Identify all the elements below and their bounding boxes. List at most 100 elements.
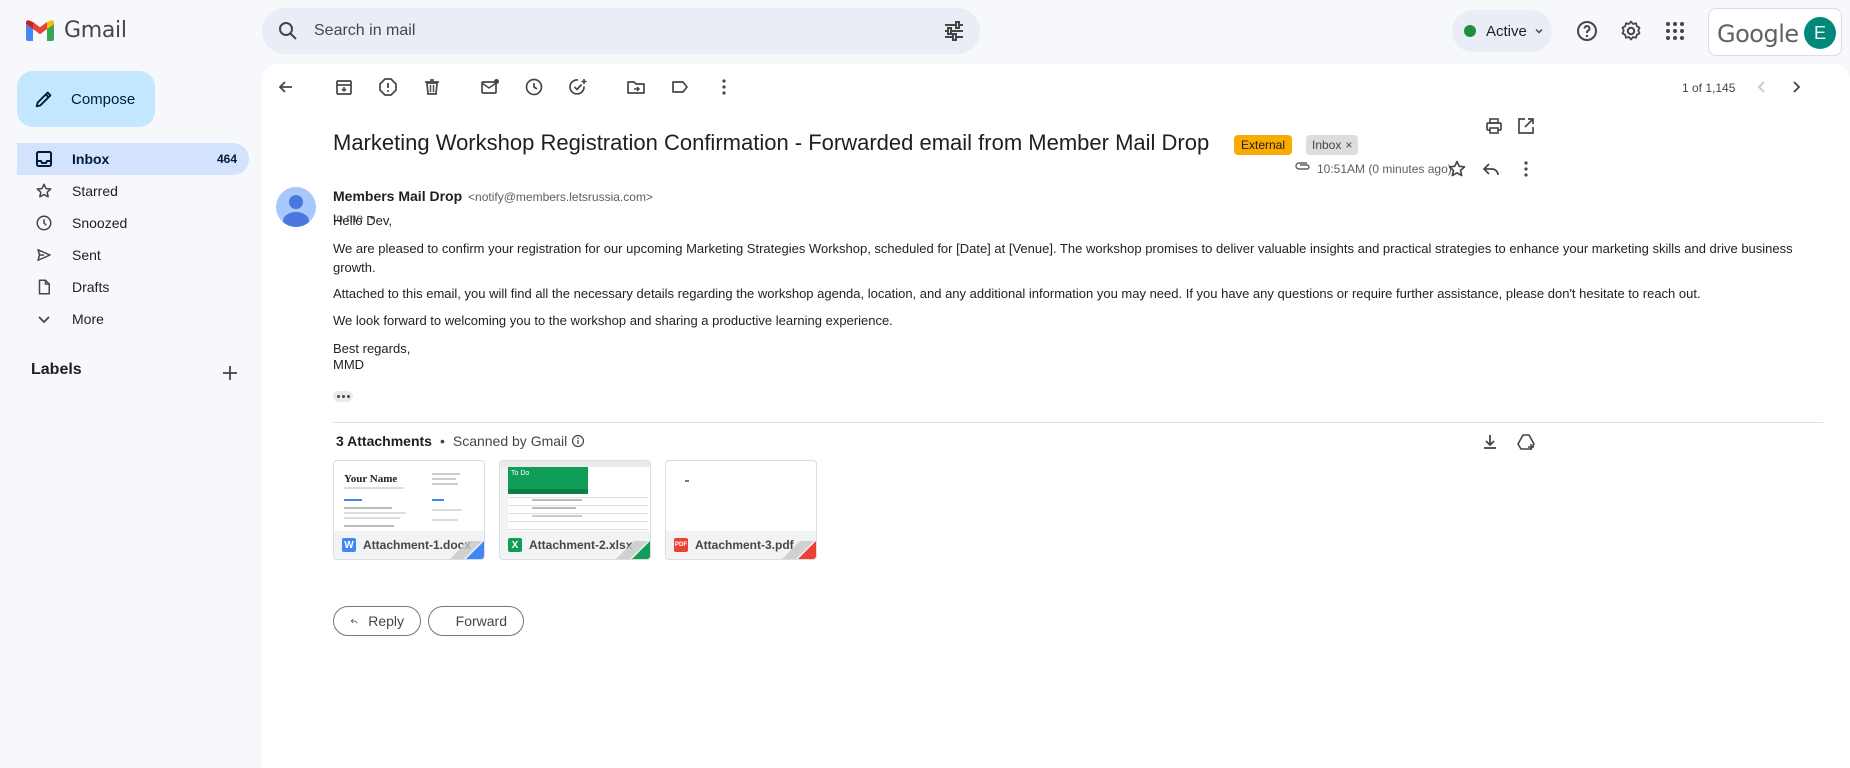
attachment-name: Attachment-3.pdf xyxy=(695,538,794,552)
delete-trash-icon[interactable] xyxy=(422,77,442,97)
file-corner-fold xyxy=(782,541,816,559)
compose-button[interactable]: Compose xyxy=(17,71,155,127)
attachments-header: 3 Attachments • Scanned by Gmail xyxy=(336,433,585,449)
show-trimmed-content-button[interactable] xyxy=(333,391,353,402)
add-label-plus-icon[interactable] xyxy=(220,363,240,383)
sidebar-nav: Inbox 464 Starred Snoozed Sent Drafts Mo… xyxy=(17,143,249,335)
word-icon: W xyxy=(342,538,356,552)
search-icon[interactable] xyxy=(276,19,300,43)
top-header: Gmail Active Google E xyxy=(0,0,1850,64)
chevron-down-icon xyxy=(38,316,50,324)
sheet-preview-title: To Do xyxy=(511,470,530,477)
unread-count: 464 xyxy=(216,152,237,166)
reply-arrow-icon[interactable] xyxy=(1481,159,1501,179)
account-avatar[interactable]: E xyxy=(1804,17,1836,49)
gmail-logo-icon xyxy=(26,20,54,41)
sidebar-item-snoozed[interactable]: Snoozed xyxy=(17,207,249,239)
sender-name[interactable]: Members Mail Drop xyxy=(333,188,462,204)
search-input[interactable] xyxy=(304,8,904,54)
sidebar-item-more[interactable]: More xyxy=(17,303,249,335)
reply-button[interactable]: Reply xyxy=(333,606,421,636)
back-arrow-icon[interactable] xyxy=(276,77,296,97)
sender-email: <notify@members.letsrussia.com> xyxy=(468,190,653,204)
move-to-folder-icon[interactable] xyxy=(626,77,646,97)
forward-label: Forward xyxy=(455,613,507,629)
pdf-icon: PDF xyxy=(674,538,688,552)
excel-icon: X xyxy=(508,538,522,552)
search-options-icon[interactable] xyxy=(942,19,966,43)
archive-icon[interactable] xyxy=(334,77,354,97)
download-all-icon[interactable] xyxy=(1480,432,1500,452)
add-to-tasks-icon[interactable] xyxy=(568,77,588,97)
inbox-chip-label: Inbox xyxy=(1312,138,1342,152)
attachment-card-docx[interactable]: Your Name W Attachment-1.docx xyxy=(333,460,485,560)
report-spam-icon[interactable] xyxy=(378,77,398,97)
apps-grid-icon[interactable] xyxy=(1663,19,1687,43)
chevron-down-icon xyxy=(1535,28,1543,34)
body-signature: MMD xyxy=(333,357,365,372)
sidebar-item-starred[interactable]: Starred xyxy=(17,175,249,207)
sender-avatar[interactable] xyxy=(276,187,316,227)
search-bar xyxy=(262,8,980,54)
labels-heading: Labels xyxy=(31,361,82,378)
external-badge: External xyxy=(1234,135,1293,155)
settings-gear-icon[interactable] xyxy=(1619,19,1643,43)
reply-label: Reply xyxy=(368,613,404,629)
compose-label: Compose xyxy=(71,90,136,108)
email-timestamp: 10:51AM (0 minutes ago) xyxy=(1317,162,1452,176)
gmail-wordmark: Gmail xyxy=(64,18,127,43)
info-icon[interactable] xyxy=(571,434,585,448)
sidebar-item-label: Inbox xyxy=(72,151,110,167)
sidebar-item-inbox[interactable]: Inbox 464 xyxy=(17,143,249,175)
body-greeting: Hello Dev, xyxy=(333,213,393,228)
clock-icon xyxy=(36,215,52,231)
inbox-icon xyxy=(36,151,52,167)
scanned-label: Scanned by Gmail xyxy=(452,433,568,449)
label-tag-icon[interactable] xyxy=(670,77,690,97)
file-corner-fold xyxy=(616,541,650,559)
star-icon[interactable] xyxy=(1447,159,1467,179)
sender-line: Members Mail Drop <notify@members.letsru… xyxy=(333,188,653,204)
body-paragraph: We look forward to welcoming you to the … xyxy=(333,313,893,328)
star-icon xyxy=(36,183,52,198)
sidebar-item-drafts[interactable]: Drafts xyxy=(17,271,249,303)
doc-preview-title: Your Name xyxy=(344,473,398,485)
status-selector[interactable]: Active xyxy=(1452,10,1552,52)
sidebar-item-label: Starred xyxy=(72,183,118,199)
account-switcher[interactable]: Google E xyxy=(1708,8,1842,56)
open-in-new-window-icon[interactable] xyxy=(1516,116,1536,136)
gmail-logo[interactable]: Gmail xyxy=(26,18,127,43)
attachments-count: 3 Attachments xyxy=(336,433,432,449)
help-icon[interactable] xyxy=(1575,19,1599,43)
attachment-card-xlsx[interactable]: To Do X Attachment-2.xlsx xyxy=(499,460,651,560)
forward-arrow-icon xyxy=(445,620,446,622)
file-corner-fold xyxy=(450,541,484,559)
sidebar-item-label: Drafts xyxy=(72,279,110,295)
attachment-clip-icon xyxy=(1295,162,1310,170)
attachment-card-pdf[interactable]: PDF Attachment-3.pdf xyxy=(665,460,817,560)
more-vert-icon[interactable] xyxy=(714,77,734,97)
print-icon[interactable] xyxy=(1484,116,1504,136)
send-icon xyxy=(37,249,51,261)
mark-unread-icon[interactable] xyxy=(480,77,500,97)
pagination-count: 1 of 1,145 xyxy=(1682,81,1736,95)
pencil-icon xyxy=(35,91,52,108)
body-paragraph: We are pleased to confirm your registrat… xyxy=(333,241,1793,275)
sidebar-item-label: Sent xyxy=(72,247,101,263)
sidebar-item-sent[interactable]: Sent xyxy=(17,239,249,271)
person-icon xyxy=(283,195,309,227)
add-to-drive-icon[interactable] xyxy=(1516,432,1536,452)
google-wordmark: Google xyxy=(1717,20,1799,48)
inbox-label-chip[interactable]: Inbox × xyxy=(1306,135,1359,155)
chevron-right-icon[interactable] xyxy=(1786,77,1806,97)
message-view: 1 of 1,145 Marketing Workshop Registrati… xyxy=(262,64,1850,768)
more-vert-icon[interactable] xyxy=(1516,159,1536,179)
snooze-clock-icon[interactable] xyxy=(524,77,544,97)
draft-icon xyxy=(38,279,50,295)
remove-label-close-icon[interactable]: × xyxy=(1345,138,1352,152)
attachments-divider xyxy=(333,422,1823,423)
chevron-left-icon[interactable] xyxy=(1752,77,1772,97)
status-dot xyxy=(1464,25,1476,37)
forward-button[interactable]: Forward xyxy=(428,606,524,636)
sidebar-item-label: Snoozed xyxy=(72,215,128,231)
